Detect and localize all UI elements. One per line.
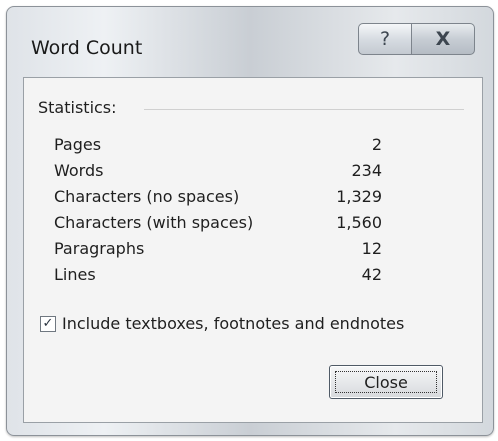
- statistics-heading: Statistics:: [38, 98, 117, 117]
- stat-row-characters-with-spaces: Characters (with spaces) 1,560: [54, 213, 384, 239]
- stat-label: Characters (with spaces): [54, 213, 254, 232]
- stat-label: Lines: [54, 265, 96, 284]
- stat-row-pages: Pages 2: [54, 135, 384, 161]
- include-textboxes-label: Include textboxes, footnotes and endnote…: [62, 314, 405, 333]
- stat-value: 1,329: [336, 187, 382, 206]
- window-close-button[interactable]: X: [412, 23, 475, 55]
- title-bar[interactable]: Word Count ? X: [7, 7, 493, 77]
- stat-value: 12: [361, 239, 382, 258]
- group-divider: [144, 109, 464, 110]
- stat-value: 1,560: [336, 213, 382, 232]
- close-button[interactable]: Close: [329, 365, 443, 399]
- stat-value: 234: [351, 161, 382, 180]
- stat-value: 2: [371, 135, 382, 154]
- stat-row-words: Words 234: [54, 161, 384, 187]
- help-icon: ?: [379, 28, 391, 50]
- stat-row-lines: Lines 42: [54, 265, 384, 291]
- dialog-body: Statistics: Pages 2 Words 234 Characters…: [23, 77, 483, 423]
- stat-label: Words: [54, 161, 104, 180]
- dialog-title: Word Count: [31, 37, 143, 59]
- statistics-list: Pages 2 Words 234 Characters (no spaces)…: [54, 135, 384, 291]
- stat-row-paragraphs: Paragraphs 12: [54, 239, 384, 265]
- include-textboxes-option[interactable]: ✓ Include textboxes, footnotes and endno…: [40, 314, 404, 333]
- stat-label: Pages: [54, 135, 102, 154]
- include-textboxes-checkbox[interactable]: ✓: [40, 315, 56, 332]
- word-count-dialog: Word Count ? X Statistics: Pages 2 Words…: [6, 6, 494, 436]
- focus-rectangle: [335, 371, 437, 393]
- stat-label: Characters (no spaces): [54, 187, 240, 206]
- title-bar-buttons: ? X: [358, 23, 476, 55]
- stat-row-characters-no-spaces: Characters (no spaces) 1,329: [54, 187, 384, 213]
- stat-label: Paragraphs: [54, 239, 145, 258]
- checkmark-icon: ✓: [42, 316, 54, 331]
- stat-value: 42: [361, 265, 382, 284]
- close-icon: X: [435, 28, 451, 50]
- help-button[interactable]: ?: [358, 23, 412, 55]
